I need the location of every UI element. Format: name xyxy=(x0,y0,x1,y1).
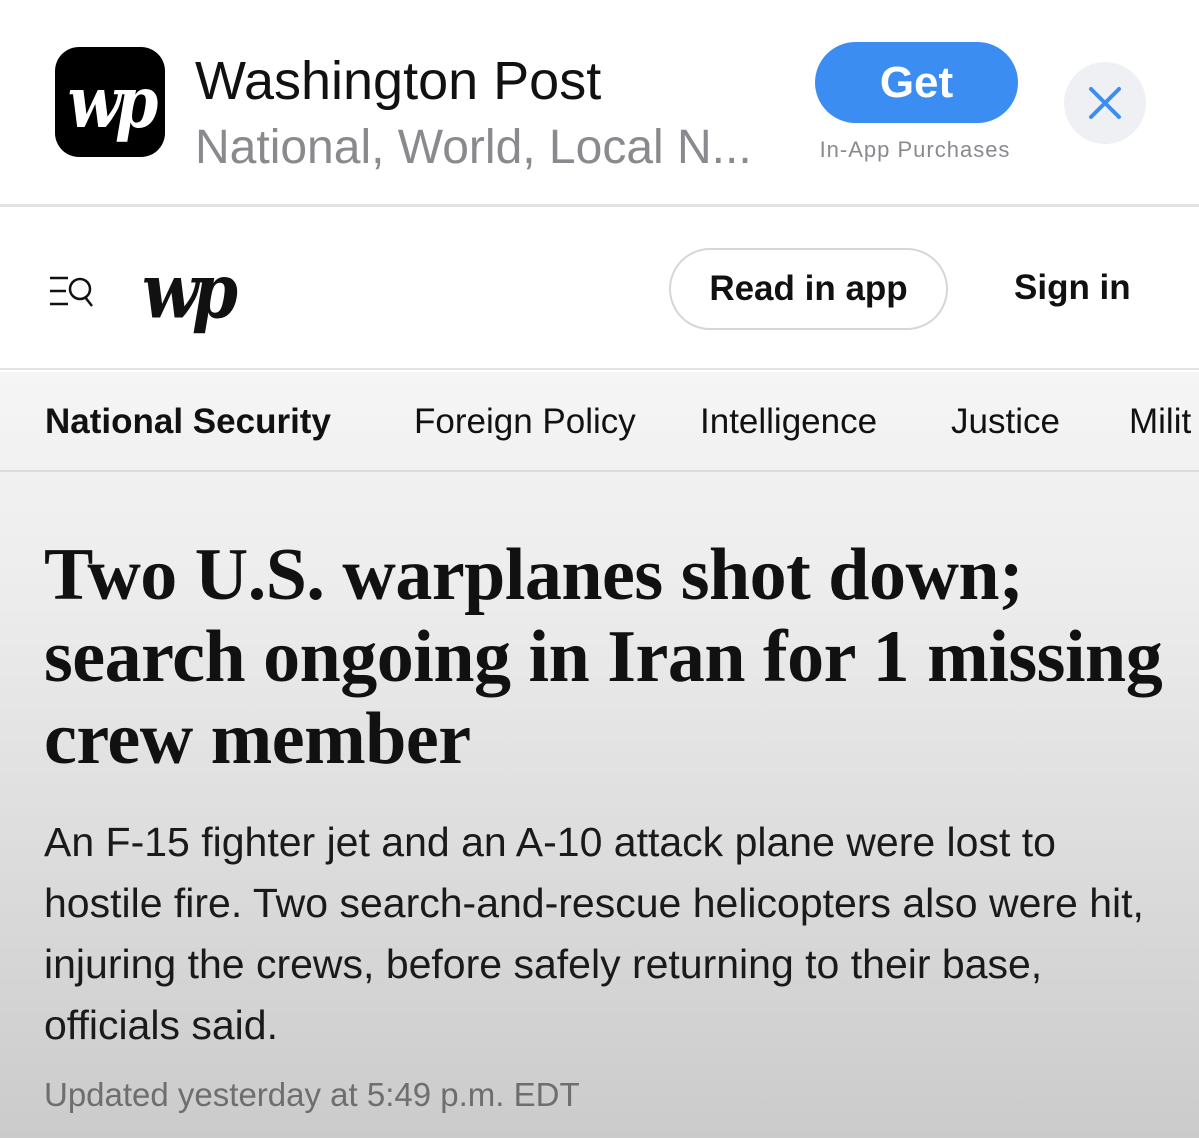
nav-item-foreign-policy[interactable]: Foreign Policy xyxy=(414,402,636,442)
nav-item-justice[interactable]: Justice xyxy=(951,402,1060,442)
article-dek: An F-15 fighter jet and an A-10 attack p… xyxy=(44,819,1144,1048)
close-icon xyxy=(1089,87,1121,119)
app-icon[interactable]: wp xyxy=(55,47,165,157)
sign-in-link[interactable]: Sign in xyxy=(1014,268,1131,308)
app-name: Washington Post xyxy=(195,51,602,111)
nav-item-intelligence[interactable]: Intelligence xyxy=(700,402,877,442)
read-in-app-button[interactable]: Read in app xyxy=(669,248,948,330)
nav-item-military[interactable]: Milit xyxy=(1129,402,1191,442)
menu-search-button[interactable] xyxy=(48,272,96,314)
app-download-banner: wp Washington Post National, World, Loca… xyxy=(0,0,1199,207)
section-nav: National Security Foreign Policy Intelli… xyxy=(0,372,1199,472)
menu-search-icon xyxy=(50,276,93,307)
wp-logo[interactable]: wp xyxy=(142,246,238,336)
nav-item-national-security[interactable]: National Security xyxy=(45,402,331,442)
in-app-purchases-note: In-App Purchases xyxy=(819,137,1011,162)
get-button[interactable]: Get xyxy=(815,42,1018,123)
article-headline[interactable]: Two U.S. warplanes shot down; search ong… xyxy=(44,534,1164,780)
app-subtitle: National, World, Local N... xyxy=(195,121,752,174)
site-header: wp Read in app Sign in xyxy=(0,210,1199,370)
app-icon-logo: wp xyxy=(67,60,159,144)
article-area: National Security Foreign Policy Intelli… xyxy=(0,372,1199,1138)
close-banner-button[interactable] xyxy=(1064,62,1146,144)
article-timestamp: Updated yesterday at 5:49 p.m. EDT xyxy=(44,1076,580,1113)
